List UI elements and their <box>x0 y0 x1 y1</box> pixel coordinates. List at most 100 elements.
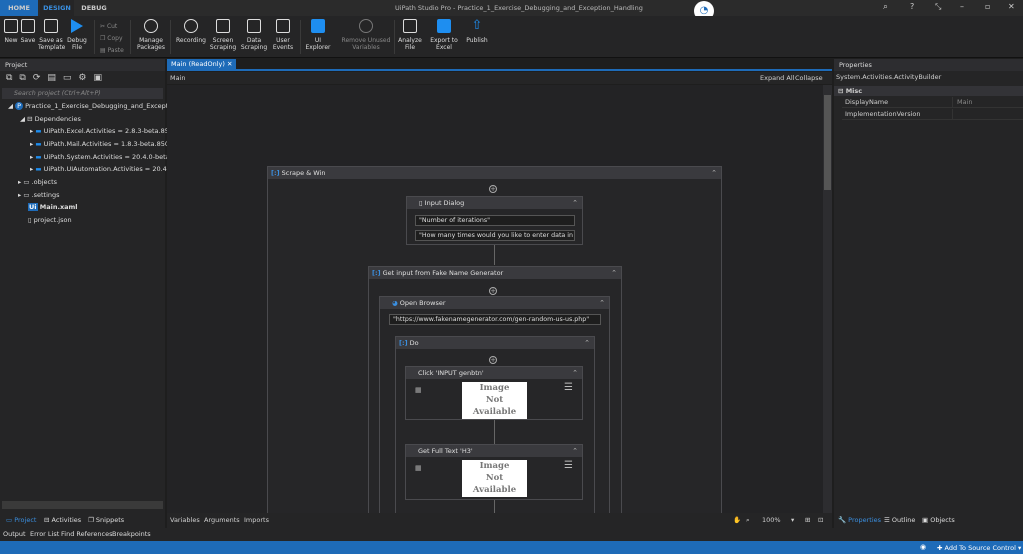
scrollbar-thumb[interactable] <box>824 95 831 190</box>
tab-main-readonly[interactable]: Main (ReadOnly) ✕ <box>167 59 237 70</box>
vertical-scrollbar[interactable] <box>823 85 832 513</box>
label: UiPath.UIAutomation.Activities = 20.4.0- <box>43 165 176 173</box>
collapse-icon[interactable]: ⌃ <box>584 337 590 349</box>
save-as-template-button[interactable]: Save as Template <box>38 19 65 51</box>
save-button[interactable]: Save <box>20 19 36 44</box>
tree-folder[interactable]: ▸ ▭ .settings <box>18 191 60 199</box>
minimize-icon[interactable]: – <box>960 2 964 11</box>
label-field[interactable]: "How many times would you like to enter … <box>415 230 575 241</box>
close-tab-icon[interactable]: ✕ <box>227 60 232 68</box>
tab-error-list[interactable]: Error List <box>30 530 59 538</box>
ui-explorer-button[interactable]: UI Explorer <box>305 19 331 51</box>
data-scraping-button[interactable]: Data Scraping <box>240 19 268 51</box>
tab-variables[interactable]: Variables <box>170 513 200 528</box>
category-misc[interactable]: ⊟ Misc <box>834 86 1023 96</box>
tab-home[interactable]: HOME <box>0 0 38 16</box>
zoom-select[interactable]: 100% <box>762 513 781 528</box>
property-value-input[interactable]: Main <box>952 97 1023 108</box>
url-field[interactable]: "https://www.fakenamegenerator.com/gen-r… <box>389 314 601 325</box>
property-value-input[interactable] <box>952 109 1023 120</box>
add-activity-icon[interactable]: + <box>489 356 497 364</box>
menu-icon[interactable]: ☰ <box>564 382 573 393</box>
tab-objects[interactable]: ▣ Objects <box>922 516 955 524</box>
tree-dependency[interactable]: ▸ ▬ UiPath.Mail.Activities = 1.8.3-beta.… <box>30 140 177 148</box>
screen-scraping-button[interactable]: Screen Scraping <box>208 19 238 51</box>
export-to-excel-button[interactable]: Export to Excel <box>430 19 458 51</box>
indicate-element-icon[interactable]: ▦ <box>415 386 422 394</box>
indicate-element-icon[interactable]: ▦ <box>415 464 422 472</box>
remove-unused-variables-button[interactable]: Remove Unused Variables <box>340 19 392 51</box>
tab-snippets[interactable]: ❐ Snippets <box>88 516 124 524</box>
new-button[interactable]: New <box>3 19 19 44</box>
tree-dependencies[interactable]: ◢ ⊟ Dependencies <box>20 115 81 123</box>
tab-find-references[interactable]: Find References <box>61 530 113 538</box>
user-events-button[interactable]: User Events <box>270 19 296 51</box>
label: Add To Source Control <box>944 544 1016 552</box>
analyze-file-button[interactable]: Analyze File <box>398 19 422 51</box>
help-icon[interactable]: ? <box>910 2 914 11</box>
tree-dependency[interactable]: ▸ ▬ UiPath.System.Activities = 20.4.0-be… <box>30 153 180 161</box>
close-icon[interactable]: ✕ <box>1008 2 1015 11</box>
label: project.json <box>33 216 72 224</box>
expand-all-button[interactable]: Expand All <box>760 72 794 84</box>
paste-button[interactable]: ▤ Paste <box>100 45 124 57</box>
zoom-icon[interactable]: ⌕ <box>746 513 750 528</box>
recording-button[interactable]: Recording <box>175 19 207 44</box>
image-not-available: Image Not Available <box>462 460 527 497</box>
tab-debug[interactable]: DEBUG <box>76 0 112 16</box>
manage-packages-button[interactable]: Manage Packages <box>135 19 167 51</box>
debug-file-button[interactable]: Debug File <box>66 19 88 51</box>
collapse-icon[interactable]: ⌃ <box>572 367 578 379</box>
project-toolbar-icons[interactable]: ⧉⧉⟳▤▭⚙▣ <box>6 73 109 83</box>
cut-button[interactable]: ✂ Cut <box>100 21 124 33</box>
menu-icon[interactable]: ☰ <box>564 460 573 471</box>
designer-panel: Main (ReadOnly) ✕ Main Expand All Collap… <box>167 59 832 528</box>
maximize-icon[interactable]: ▫ <box>985 2 990 11</box>
activity-get-full-text[interactable]: Get Full Text 'H3' ⌃ ▦ Image Not Available … <box>405 444 583 500</box>
title-field[interactable]: "Number of iterations" <box>415 215 575 226</box>
pan-icon[interactable]: ✋ <box>733 513 741 528</box>
restore-ribbon-icon[interactable]: ⤡ <box>935 2 941 12</box>
search-project-input[interactable]: Search project (Ctrl+Alt+P) <box>2 88 163 99</box>
workflow-canvas[interactable]: [:] Scrape & Win ⌃ + ▯ Input Dialog ⌃ "Num… <box>167 85 823 513</box>
label: Dependencies <box>34 115 81 123</box>
clipboard-group: ✂ Cut ❐ Copy ▤ Paste <box>100 21 124 57</box>
tree-folder[interactable]: ▸ ▭ .objects <box>18 178 57 186</box>
tab-imports[interactable]: Imports <box>244 513 269 528</box>
activity-input-dialog[interactable]: ▯ Input Dialog ⌃ "Number of iterations" "… <box>406 196 583 245</box>
tab-output[interactable]: Output <box>3 530 26 538</box>
breadcrumb[interactable]: Main <box>170 72 186 84</box>
tab-breakpoints[interactable]: Breakpoints <box>112 530 151 538</box>
label: Recording <box>175 37 206 44</box>
tab-properties[interactable]: 🔧 Properties <box>838 516 881 524</box>
add-activity-icon[interactable]: + <box>489 287 497 295</box>
collapse-icon[interactable]: ⌃ <box>599 297 605 309</box>
tree-dependency[interactable]: ▸ ▬ UiPath.Excel.Activities = 2.8.3-beta… <box>30 127 181 135</box>
tree-file-main[interactable]: Ui Main.xaml <box>28 203 78 211</box>
publish-button[interactable]: ⇧ Publish <box>464 19 490 45</box>
new-file-icon <box>4 19 18 33</box>
activity-header: [:] Get input from Fake Name Generator ⌃ <box>369 267 621 279</box>
fit-to-screen-icon[interactable]: ⊞ <box>805 513 810 528</box>
collapse-icon[interactable]: ⌃ <box>611 267 617 279</box>
tab-design[interactable]: DESIGN <box>40 0 74 16</box>
tab-outline[interactable]: ☰ Outline <box>884 516 915 524</box>
activity-click[interactable]: Click 'INPUT genbtn' ⌃ ▦ Image Not Availabl… <box>405 366 583 420</box>
search-icon[interactable]: ⌕ <box>883 2 888 12</box>
add-activity-icon[interactable]: + <box>489 185 497 193</box>
horizontal-scrollbar[interactable] <box>2 501 163 509</box>
tab-arguments[interactable]: Arguments <box>204 513 240 528</box>
tree-file[interactable]: ▯ project.json <box>28 216 72 224</box>
reset-zoom-icon[interactable]: ⊡ <box>818 513 823 528</box>
tab-project[interactable]: ▭ Project <box>6 516 36 524</box>
tab-activities[interactable]: ⊟ Activities <box>44 516 81 524</box>
add-to-source-control-button[interactable]: ✚ Add To Source Control ▾ <box>937 544 1021 552</box>
chevron-down-icon[interactable]: ▾ <box>791 513 794 528</box>
collapse-icon[interactable]: ⌃ <box>572 445 578 457</box>
collapse-icon[interactable]: ⌃ <box>711 167 717 179</box>
copy-button[interactable]: ❐ Copy <box>100 33 124 45</box>
tree-dependency[interactable]: ▸ ▬ UiPath.UIAutomation.Activities = 20.… <box>30 165 175 173</box>
notification-icon[interactable]: ◉ <box>920 543 926 551</box>
collapse-icon[interactable]: ⌃ <box>572 197 578 209</box>
label: Snippets <box>95 516 125 524</box>
